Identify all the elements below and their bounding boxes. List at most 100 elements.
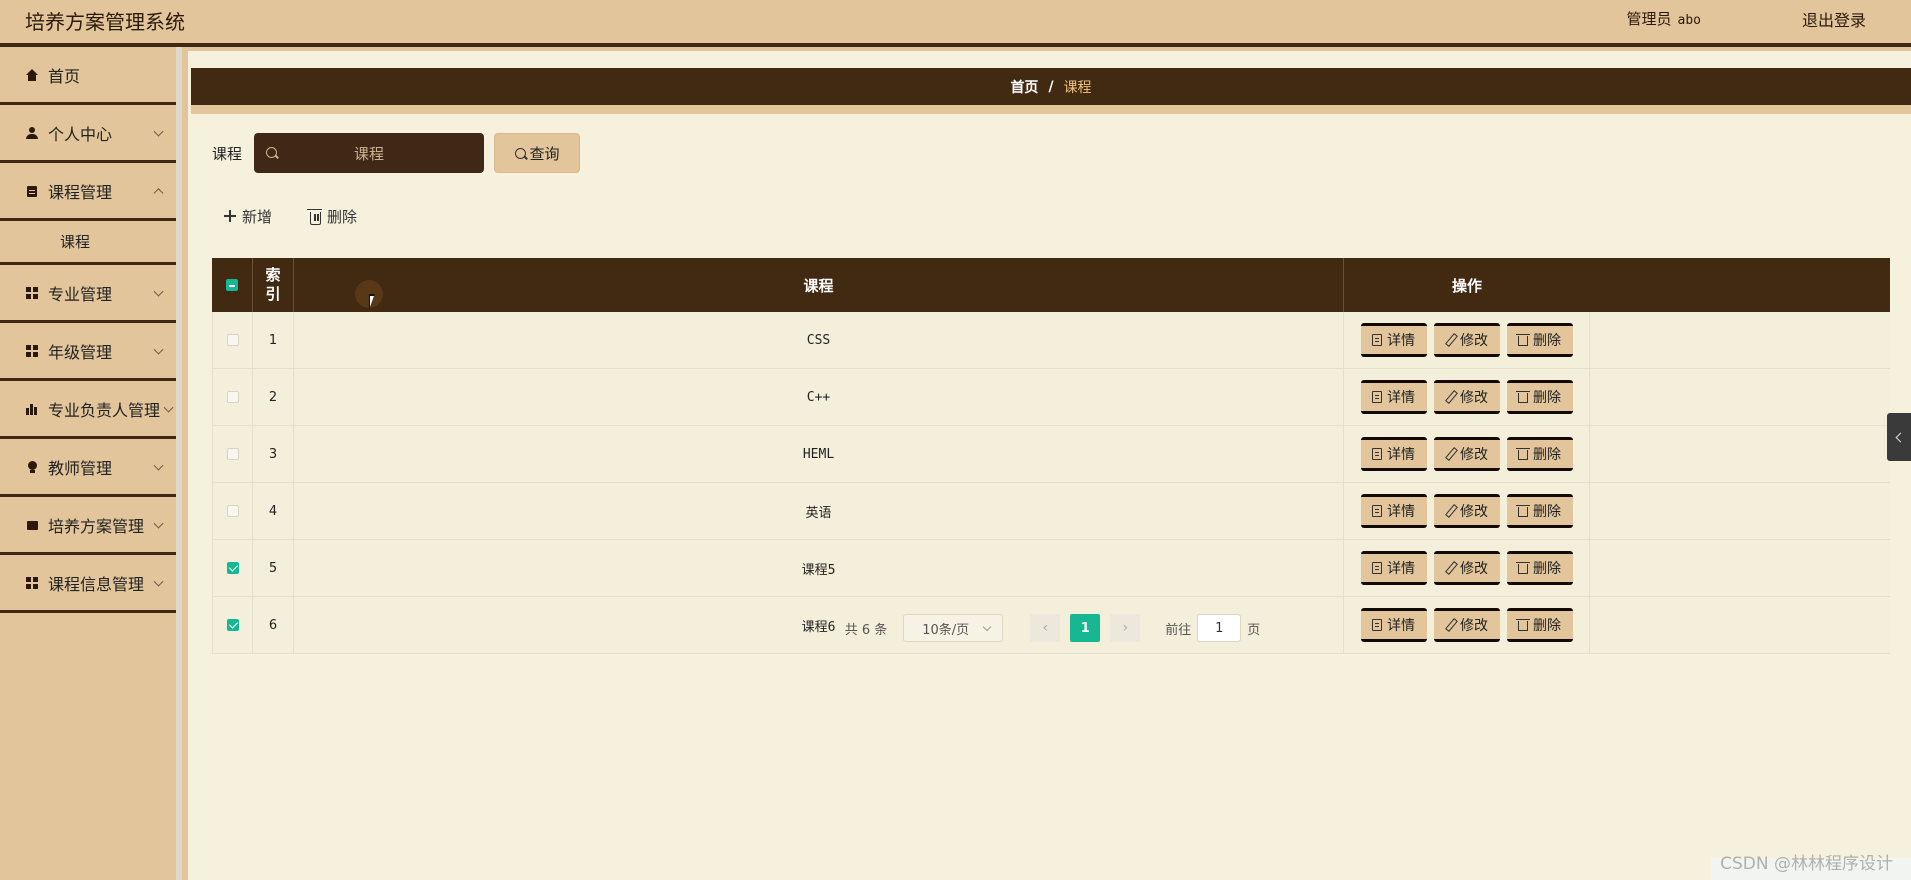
- search-input[interactable]: 课程: [254, 133, 485, 173]
- pencil-icon: [1445, 505, 1455, 517]
- chevron-down-icon: [153, 126, 164, 137]
- book-icon: [26, 519, 38, 531]
- user-icon: [26, 126, 38, 139]
- prev-page-button[interactable]: ‹: [1030, 614, 1061, 642]
- edit-button-label: 修改: [1460, 447, 1488, 463]
- row-checkbox[interactable]: [226, 448, 239, 460]
- detail-button[interactable]: 详情: [1360, 380, 1427, 414]
- delete-button-label: 删除: [1533, 447, 1561, 463]
- sidebar-item-training-plan-management[interactable]: 培养方案管理: [0, 497, 176, 555]
- search-icon: [266, 147, 278, 158]
- detail-button[interactable]: 详情: [1360, 437, 1427, 471]
- search-icon: [514, 147, 526, 159]
- user-role: 管理员: [1626, 10, 1672, 28]
- plus-icon: [224, 210, 236, 222]
- row-actions: 详情 修改 删除: [1344, 369, 1590, 425]
- sidebar-item-label: 专业负责人管理: [48, 400, 161, 420]
- sidebar-item-major-management[interactable]: 专业管理: [0, 265, 176, 323]
- chevron-down-icon: [153, 286, 164, 297]
- goto-page-input[interactable]: 1: [1197, 614, 1242, 642]
- table-row: 3 HEML 详情 修改 删除: [212, 426, 1890, 483]
- select-all-cell: [212, 258, 253, 312]
- row-index: 2: [253, 369, 294, 425]
- chevron-down-icon: [153, 518, 164, 529]
- select-all-checkbox[interactable]: [226, 279, 238, 291]
- row-checkbox[interactable]: [226, 334, 239, 346]
- row-course: HEML: [294, 426, 1344, 482]
- delete-button[interactable]: 删除: [1506, 380, 1573, 414]
- search-placeholder: 课程: [354, 144, 385, 163]
- row-select-cell: [212, 426, 253, 482]
- sidebar-item-course-info-management[interactable]: 课程信息管理: [0, 555, 176, 613]
- row-checkbox[interactable]: [226, 562, 239, 574]
- trash-icon: [1516, 334, 1530, 346]
- table-row: 2 C++ 详情 修改 删除: [212, 369, 1890, 426]
- sidebar-item-teacher-management[interactable]: 教师管理: [0, 439, 176, 497]
- side-collapse-handle[interactable]: [1887, 413, 1911, 461]
- sidebar-item-label: 教师管理: [48, 458, 113, 478]
- row-checkbox[interactable]: [226, 391, 239, 403]
- sidebar-item-major-leader-management[interactable]: 专业负责人管理: [0, 381, 176, 439]
- detail-button[interactable]: 详情: [1360, 551, 1427, 585]
- row-index: 4: [253, 483, 294, 539]
- table-row: 1 CSS 详情 修改 删除: [212, 312, 1890, 369]
- edit-button-label: 修改: [1460, 390, 1488, 406]
- query-button[interactable]: 查询: [494, 133, 581, 173]
- edit-button[interactable]: 修改: [1433, 551, 1500, 585]
- sidebar-item-course-management[interactable]: 课程管理: [0, 163, 176, 221]
- document-icon: [1372, 505, 1382, 517]
- sidebar-item-home[interactable]: 首页: [0, 47, 176, 105]
- edit-button[interactable]: 修改: [1433, 380, 1500, 414]
- current-user: 管理员 abo: [1627, 8, 1702, 29]
- sidebar-item-label: 培养方案管理: [48, 516, 145, 536]
- grid-icon: [26, 286, 38, 299]
- detail-button-label: 详情: [1387, 447, 1415, 463]
- goto-prefix: 前往: [1165, 622, 1192, 638]
- row-select-cell: [212, 540, 253, 596]
- sidebar-item-label: 年级管理: [48, 342, 113, 362]
- next-page-button[interactable]: ›: [1110, 614, 1141, 642]
- edit-button-label: 修改: [1460, 561, 1488, 577]
- detail-button[interactable]: 详情: [1360, 323, 1427, 357]
- batch-delete-button[interactable]: 删除: [298, 199, 369, 233]
- delete-button[interactable]: 删除: [1506, 437, 1573, 471]
- watermark: CSDN @林林程序设计: [1720, 854, 1893, 874]
- sidebar-item-label: 课程管理: [48, 182, 113, 202]
- edit-button-label: 修改: [1460, 333, 1488, 349]
- chevron-down-icon: [153, 344, 164, 355]
- sidebar-subitem-course[interactable]: 课程: [0, 221, 176, 265]
- goto-suffix: 页: [1247, 622, 1261, 638]
- detail-button[interactable]: 详情: [1360, 494, 1427, 528]
- sidebar-item-label: 课程信息管理: [48, 574, 145, 594]
- add-button[interactable]: 新增: [212, 199, 284, 233]
- header-course[interactable]: 课程: [294, 258, 1344, 312]
- sidebar-item-grade-management[interactable]: 年级管理: [0, 323, 176, 381]
- page-number-button[interactable]: 1: [1070, 614, 1101, 642]
- sidebar-item-personal-center[interactable]: 个人中心: [0, 105, 176, 163]
- row-index: 5: [253, 540, 294, 596]
- delete-button[interactable]: 删除: [1506, 323, 1573, 357]
- pagination: 共 6 条 10条/页 ‹ 1 › 前往 1 页: [188, 614, 1911, 642]
- logout-button[interactable]: 退出登录: [1802, 7, 1866, 31]
- document-icon: [1372, 391, 1382, 403]
- sidebar-item-label: 首页: [48, 66, 81, 86]
- edit-button[interactable]: 修改: [1433, 494, 1500, 528]
- delete-button-label: 删除: [1533, 390, 1561, 406]
- row-select-cell: [212, 312, 253, 368]
- page-size-select[interactable]: 10条/页: [903, 614, 1004, 642]
- delete-button[interactable]: 删除: [1506, 494, 1573, 528]
- pencil-icon: [1445, 334, 1455, 346]
- row-index: 1: [253, 312, 294, 368]
- breadcrumb-home[interactable]: 首页: [1010, 77, 1038, 97]
- bulb-icon: [26, 460, 38, 473]
- grid-icon: [26, 344, 38, 357]
- pencil-icon: [1445, 448, 1455, 460]
- search-bar: 课程 课程 查询: [212, 133, 581, 173]
- edit-button[interactable]: 修改: [1433, 323, 1500, 357]
- document-icon: [1372, 448, 1382, 460]
- sidebar-item-label: 专业管理: [48, 284, 113, 304]
- row-checkbox[interactable]: [226, 505, 239, 517]
- delete-button[interactable]: 删除: [1506, 551, 1573, 585]
- edit-button[interactable]: 修改: [1433, 437, 1500, 471]
- detail-button-label: 详情: [1387, 561, 1415, 577]
